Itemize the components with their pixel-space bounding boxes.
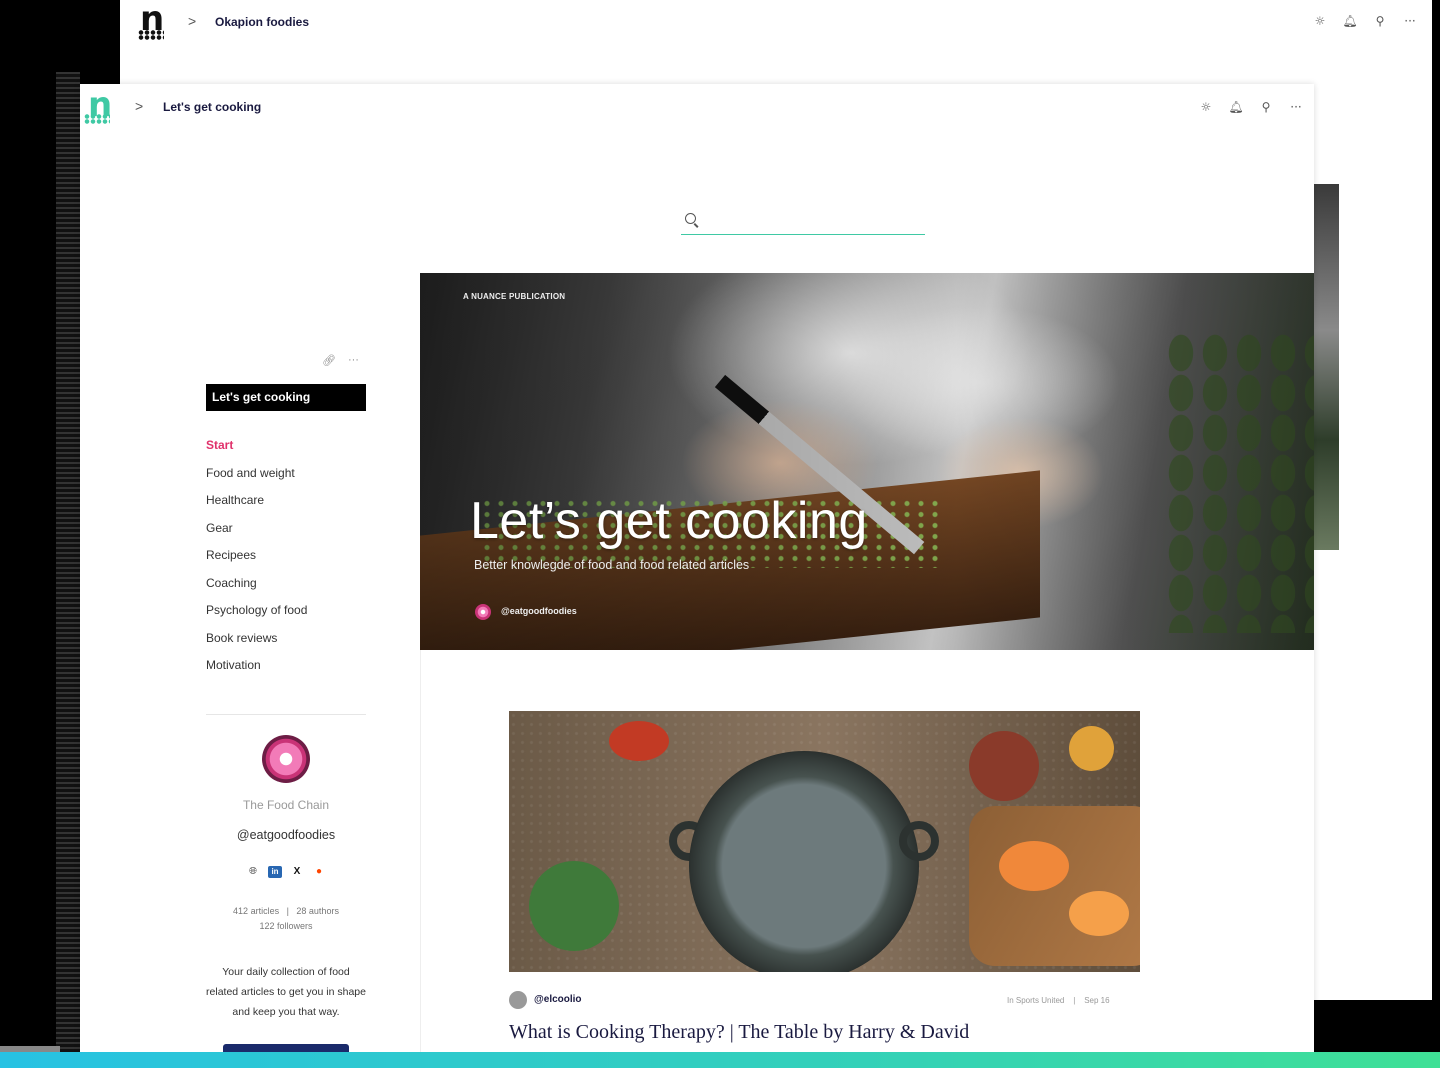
back-header-icons: ☼ 🔔︎ ⚲ ···: [1305, 11, 1425, 31]
sidebar-nav: Start Food and weight Healthcare Gear Re…: [206, 436, 307, 684]
reddit-icon[interactable]: ●: [312, 866, 326, 878]
sidebar-item-healthcare[interactable]: Healthcare: [206, 491, 307, 519]
sidebar-item-recipees[interactable]: Recipees: [206, 546, 307, 574]
sidebar-item-coaching[interactable]: Coaching: [206, 574, 307, 602]
user-icon[interactable]: ⚲: [1251, 97, 1281, 117]
pot-handle-right: [899, 821, 939, 861]
breadcrumb-title[interactable]: Okapion foodies: [215, 15, 309, 29]
publication-name: The Food Chain: [242, 798, 330, 812]
hero-banner[interactable]: A NUANCE PUBLICATION Let’s get cooking B…: [420, 273, 1314, 650]
publication-stats: 412 articles | 28 authors 122 followers: [206, 904, 366, 934]
link-icon[interactable]: 🔗︎: [322, 354, 336, 370]
publication-avatar[interactable]: [262, 735, 310, 783]
sidebar-item-psychology-of-food[interactable]: Psychology of food: [206, 601, 307, 629]
sidebar-divider: [206, 714, 366, 715]
article-author[interactable]: @elcoolio: [534, 994, 582, 1005]
sidebar-item-motivation[interactable]: Motivation: [206, 656, 307, 684]
hero-kicker: A NUANCE PUBLICATION: [463, 292, 566, 301]
back-window-image-strip: [1314, 184, 1339, 550]
window-edge-decoration: [56, 72, 80, 1052]
search-bar[interactable]: [681, 210, 925, 235]
publication-handle[interactable]: @eatgoodfoodies: [206, 828, 366, 842]
more-icon[interactable]: ···: [1281, 97, 1311, 117]
search-icon: [685, 213, 696, 224]
article-meta: In Sports United | Sep 16: [1007, 996, 1110, 1005]
sidebar-item-food-and-weight[interactable]: Food and weight: [206, 464, 307, 492]
tomato-slice: [1069, 891, 1129, 936]
stats-articles-authors: 412 articles | 28 authors: [233, 906, 339, 916]
article-title[interactable]: What is Cooking Therapy? | The Table by …: [509, 1021, 969, 1044]
breadcrumb-title[interactable]: Let's get cooking: [163, 100, 261, 114]
publication-description: Your daily collection of food related ar…: [206, 966, 366, 1018]
hero-title: Let’s get cooking: [470, 492, 868, 550]
website-icon[interactable]: 🌐︎: [246, 866, 260, 878]
sidebar-item-book-reviews[interactable]: Book reviews: [206, 629, 307, 657]
pot: [689, 751, 919, 972]
breadcrumb-chevron-icon: >: [135, 98, 144, 114]
hero-author[interactable]: @eatgoodfoodies: [501, 606, 577, 616]
hero-shade: [420, 273, 1314, 650]
hero-author-avatar[interactable]: [475, 604, 491, 620]
greens: [529, 861, 619, 951]
article-author-avatar[interactable]: [509, 991, 527, 1009]
more-icon[interactable]: ···: [1395, 11, 1425, 31]
bell-icon[interactable]: 🔔︎: [1221, 97, 1251, 117]
article-image[interactable]: [509, 711, 1140, 972]
bottom-gradient-bar: [0, 1052, 1440, 1068]
hero-subtitle: Better knowlegde of food and food relate…: [474, 558, 750, 572]
front-window-header: n > Let's get cooking ☼ 🔔︎ ⚲ ···: [80, 84, 1314, 132]
breadcrumb-chevron-icon: >: [188, 13, 197, 29]
user-icon[interactable]: ⚲: [1365, 11, 1395, 31]
stats-followers: 122 followers: [259, 921, 313, 931]
front-header-icons: ☼ 🔔︎ ⚲ ···: [1191, 97, 1311, 117]
logo-dots-icon: [84, 114, 110, 124]
social-links: 🌐︎ in X ●: [246, 866, 326, 878]
bell-icon[interactable]: 🔔︎: [1335, 11, 1365, 31]
more-icon[interactable]: ···: [348, 354, 359, 370]
spice-bowl: [969, 731, 1039, 801]
front-window: n > Let's get cooking ☼ 🔔︎ ⚲ ··· 🔗︎ ··· …: [80, 84, 1314, 1052]
sidebar-item-start[interactable]: Start: [206, 436, 307, 464]
back-window-header: n > Okapion foodies ☼ 🔔︎ ⚲ ···: [120, 0, 1432, 44]
settings-icon[interactable]: ☼: [1305, 11, 1335, 31]
x-icon[interactable]: X: [290, 866, 304, 878]
tomato-slice: [999, 841, 1069, 891]
publication-title[interactable]: Let's get cooking: [206, 384, 366, 411]
linkedin-icon[interactable]: in: [268, 866, 282, 878]
settings-icon[interactable]: ☼: [1191, 97, 1221, 117]
logo-dots-icon: [138, 30, 164, 40]
pepper: [609, 721, 669, 761]
sidebar-item-gear[interactable]: Gear: [206, 519, 307, 547]
follow-button[interactable]: [223, 1044, 349, 1052]
onion: [1069, 726, 1114, 771]
sidebar-tools: 🔗︎ ···: [322, 354, 366, 370]
search-input[interactable]: [701, 210, 925, 234]
